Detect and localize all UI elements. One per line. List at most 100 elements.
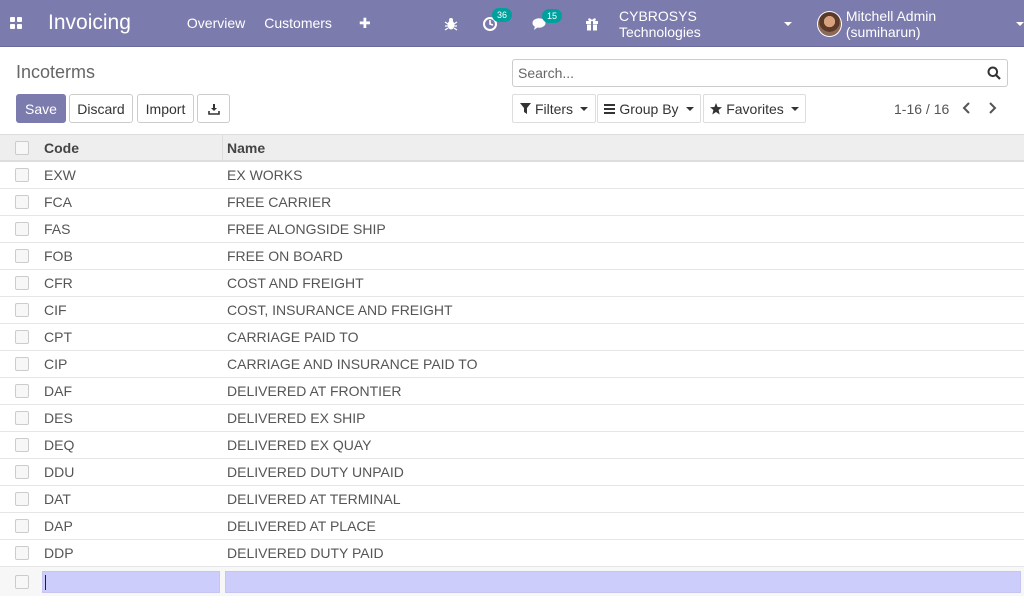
menu-customers[interactable]: Customers xyxy=(264,15,332,32)
import-button[interactable]: Import xyxy=(137,94,194,123)
messages-count-badge: 15 xyxy=(542,8,563,23)
cell-code[interactable]: EXW xyxy=(40,167,223,183)
cell-code[interactable]: DAT xyxy=(40,491,223,507)
new-name-input[interactable] xyxy=(225,570,1021,593)
pager-next-icon[interactable] xyxy=(986,100,1000,116)
table-row[interactable]: DES DELIVERED EX SHIP xyxy=(0,405,1024,432)
row-checkbox[interactable] xyxy=(15,574,29,589)
row-checkbox[interactable] xyxy=(15,546,29,560)
table-row[interactable]: FCA FREE CARRIER xyxy=(0,189,1024,216)
user-name: Mitchell Admin (sumiharun) xyxy=(845,7,937,40)
debug-bug-icon[interactable] xyxy=(444,17,458,31)
caret-down-icon xyxy=(685,106,694,111)
cell-code[interactable]: DDU xyxy=(40,464,223,480)
table-row[interactable]: DDP DELIVERED DUTY PAID xyxy=(0,540,1024,567)
row-checkbox[interactable] xyxy=(15,330,29,344)
table-row[interactable]: FAS FREE ALONGSIDE SHIP xyxy=(0,216,1024,243)
row-checkbox[interactable] xyxy=(15,249,29,263)
group-by-dropdown[interactable]: Group By xyxy=(597,94,701,123)
pager-previous-icon[interactable] xyxy=(959,100,973,116)
cell-code[interactable]: DAF xyxy=(40,383,223,399)
cell-name[interactable]: FREE ON BOARD xyxy=(223,248,1024,264)
table-row[interactable]: CIP CARRIAGE AND INSURANCE PAID TO xyxy=(0,351,1024,378)
cell-name[interactable]: FREE CARRIER xyxy=(223,194,1024,210)
table-row[interactable]: EXW EX WORKS xyxy=(0,162,1024,189)
caret-down-icon xyxy=(1016,21,1024,26)
table-row[interactable]: CIF COST, INSURANCE AND FREIGHT xyxy=(0,297,1024,324)
cell-name[interactable]: COST, INSURANCE AND FREIGHT xyxy=(223,302,1024,318)
row-checkbox-cell xyxy=(0,222,40,236)
row-checkbox[interactable] xyxy=(15,492,29,506)
row-checkbox-cell xyxy=(0,249,40,263)
search-input[interactable] xyxy=(518,65,981,81)
cell-code[interactable]: CPT xyxy=(40,329,223,345)
column-header-name[interactable]: Name xyxy=(223,135,1024,161)
cell-name[interactable]: DELIVERED AT FRONTIER xyxy=(223,383,1024,399)
cell-code[interactable]: DEQ xyxy=(40,437,223,453)
table-row[interactable]: FOB FREE ON BOARD xyxy=(0,243,1024,270)
cell-code[interactable]: FAS xyxy=(40,221,223,237)
apps-menu-icon[interactable] xyxy=(0,0,32,47)
more-menu-plus-icon[interactable]: ✚ xyxy=(359,15,371,32)
column-header-code[interactable]: Code xyxy=(40,134,223,161)
cell-name[interactable]: DELIVERED EX QUAY xyxy=(223,437,1024,453)
row-checkbox[interactable] xyxy=(15,465,29,479)
cell-name[interactable]: DELIVERED AT PLACE xyxy=(223,518,1024,534)
row-checkbox[interactable] xyxy=(15,276,29,290)
cell-name[interactable]: CARRIAGE AND INSURANCE PAID TO xyxy=(223,356,1024,372)
row-checkbox-cell xyxy=(0,384,40,398)
row-checkbox[interactable] xyxy=(15,195,29,209)
cell-code[interactable]: FOB xyxy=(40,248,223,264)
app-title[interactable]: Invoicing xyxy=(48,11,131,35)
save-button[interactable]: Save xyxy=(16,94,66,123)
table-row[interactable]: DAT DELIVERED AT TERMINAL xyxy=(0,486,1024,513)
cell-code[interactable]: FCA xyxy=(40,194,223,210)
cell-name[interactable]: COST AND FREIGHT xyxy=(223,275,1024,291)
pager-value[interactable]: 1-16 / 16 xyxy=(894,101,949,117)
cell-name[interactable]: DELIVERED AT TERMINAL xyxy=(223,491,1024,507)
search-icon[interactable] xyxy=(981,60,1007,86)
filter-funnel-icon xyxy=(519,103,531,114)
table-row[interactable]: CFR COST AND FREIGHT xyxy=(0,270,1024,297)
new-code-input[interactable] xyxy=(42,570,220,593)
select-all-checkbox-cell xyxy=(0,140,40,155)
user-menu[interactable]: Mitchell Admin (sumiharun) xyxy=(816,7,1024,40)
gift-icon[interactable] xyxy=(585,17,599,31)
cell-code[interactable]: DAP xyxy=(40,518,223,534)
row-checkbox[interactable] xyxy=(15,222,29,236)
row-checkbox[interactable] xyxy=(15,168,29,182)
menu-overview[interactable]: Overview xyxy=(187,15,245,32)
avatar xyxy=(816,10,842,37)
cell-name[interactable]: DELIVERED DUTY PAID xyxy=(223,545,1024,561)
cell-code[interactable]: DDP xyxy=(40,545,223,561)
cell-code[interactable]: CFR xyxy=(40,275,223,291)
row-checkbox[interactable] xyxy=(15,411,29,425)
row-checkbox[interactable] xyxy=(15,519,29,533)
row-checkbox[interactable] xyxy=(15,357,29,371)
cell-name[interactable]: DELIVERED EX SHIP xyxy=(223,410,1024,426)
table-row[interactable]: CPT CARRIAGE PAID TO xyxy=(0,324,1024,351)
table-row[interactable]: DEQ DELIVERED EX QUAY xyxy=(0,432,1024,459)
activity-count-badge: 36 xyxy=(492,7,513,22)
cell-name[interactable]: DELIVERED DUTY UNPAID xyxy=(223,464,1024,480)
discard-button[interactable]: Discard xyxy=(69,94,133,123)
cell-name[interactable]: FREE ALONGSIDE SHIP xyxy=(223,221,1024,237)
table-row[interactable]: DAP DELIVERED AT PLACE xyxy=(0,513,1024,540)
table-row[interactable]: DAF DELIVERED AT FRONTIER xyxy=(0,378,1024,405)
table-row[interactable]: DDU DELIVERED DUTY UNPAID xyxy=(0,459,1024,486)
row-checkbox[interactable] xyxy=(15,303,29,317)
filters-dropdown[interactable]: Filters xyxy=(512,94,596,123)
cell-code[interactable]: CIF xyxy=(40,302,223,318)
cell-name[interactable]: CARRIAGE PAID TO xyxy=(223,329,1024,345)
export-download-button[interactable] xyxy=(197,94,230,123)
messages-chat-icon[interactable]: 15 xyxy=(532,8,563,31)
row-checkbox[interactable] xyxy=(15,438,29,452)
favorites-dropdown[interactable]: Favorites xyxy=(703,94,806,123)
activity-clock-icon[interactable]: 36 xyxy=(482,7,513,32)
select-all-checkbox[interactable] xyxy=(15,140,29,155)
cell-code[interactable]: DES xyxy=(40,410,223,426)
cell-code[interactable]: CIP xyxy=(40,356,223,372)
row-checkbox[interactable] xyxy=(15,384,29,398)
company-switcher[interactable]: CYBROSYS Technologies xyxy=(619,8,792,40)
cell-name[interactable]: EX WORKS xyxy=(223,167,1024,183)
